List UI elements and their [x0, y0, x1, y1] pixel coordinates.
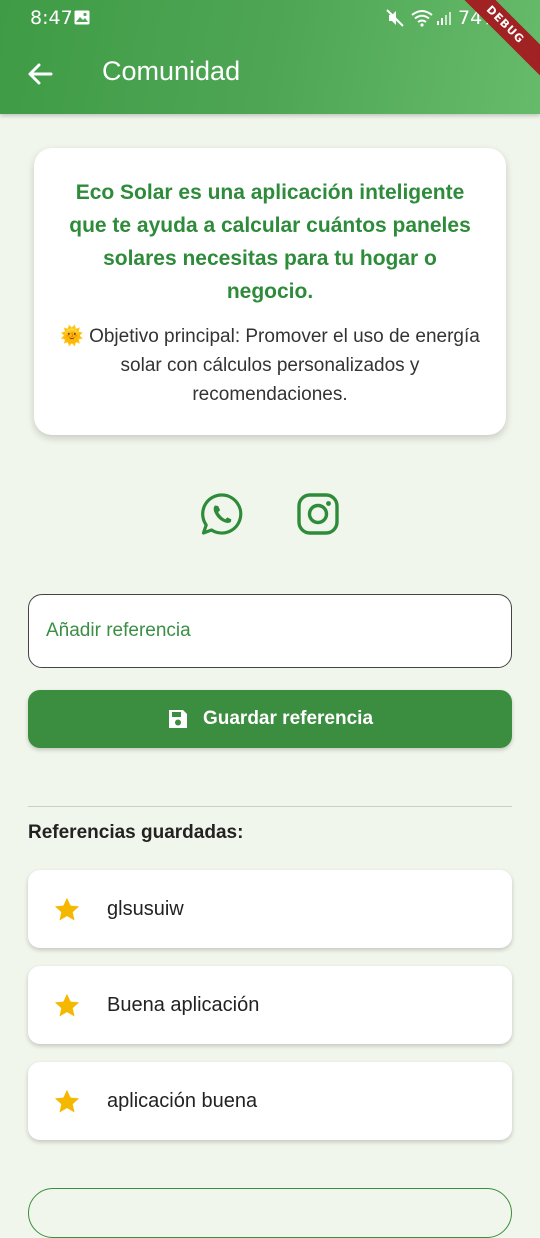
status-time: 8:47	[30, 7, 73, 29]
reference-item[interactable]: Buena aplicación	[28, 966, 512, 1044]
reference-label: aplicación buena	[107, 1090, 258, 1112]
divider	[28, 806, 512, 807]
info-objective: 🌞 Objetivo principal: Promover el uso de…	[60, 326, 480, 405]
save-reference-label: Guardar referencia	[202, 708, 374, 729]
signal-icon	[437, 12, 451, 25]
save-icon	[168, 710, 187, 728]
save-reference-button[interactable]: Guardar referencia	[28, 690, 512, 748]
app-bar: 8:47 74% DEBUG Comunidad	[0, 0, 540, 114]
instagram-icon[interactable]	[296, 492, 340, 536]
mute-icon	[386, 9, 404, 27]
social-links	[0, 492, 540, 538]
reference-item[interactable]: glsusuiw	[28, 870, 512, 948]
info-headline: Eco Solar es una aplicación inteligente …	[69, 181, 471, 303]
reference-label: Buena aplicación	[107, 994, 260, 1016]
saved-references-title: Referencias guardadas:	[28, 822, 244, 843]
page-title: Comunidad	[102, 56, 241, 86]
whatsapp-icon[interactable]	[200, 492, 244, 536]
bottom-outlined-button[interactable]	[28, 1188, 512, 1238]
wifi-icon	[411, 10, 433, 27]
star-icon	[54, 1089, 80, 1113]
gallery-icon	[74, 10, 90, 25]
reference-input[interactable]	[28, 594, 512, 668]
star-icon	[54, 993, 80, 1017]
reference-label: glsusuiw	[107, 898, 184, 920]
back-arrow-icon[interactable]	[24, 58, 56, 90]
star-icon	[54, 897, 80, 921]
info-card: Eco Solar es una aplicación inteligente …	[34, 148, 506, 435]
reference-item[interactable]: aplicación buena	[28, 1062, 512, 1140]
